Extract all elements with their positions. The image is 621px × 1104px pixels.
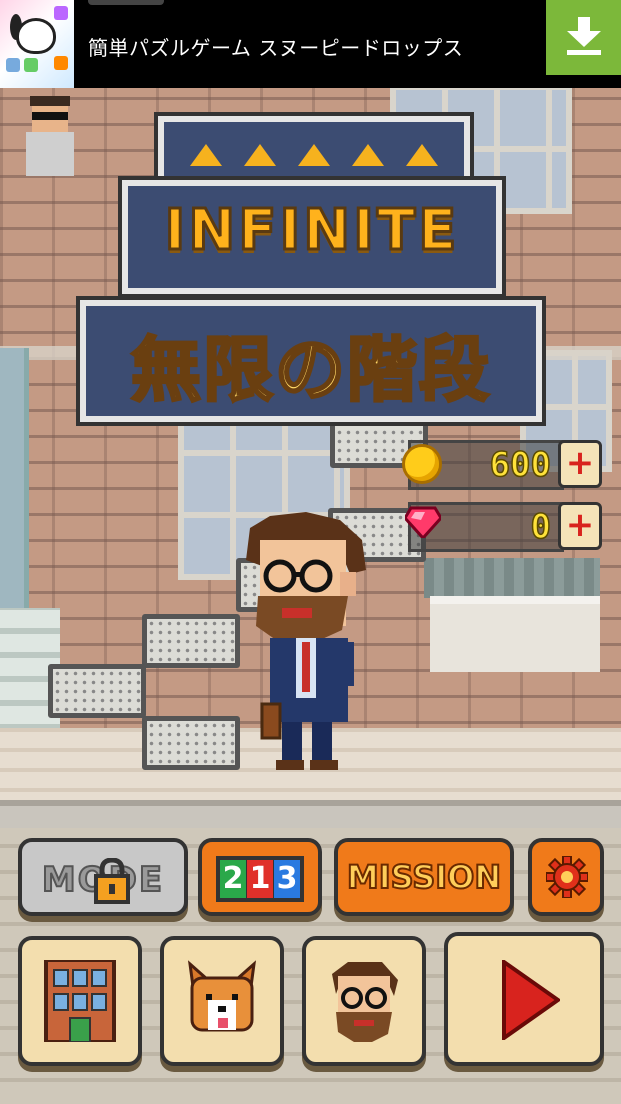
stair-block	[48, 664, 146, 718]
logo-triangle-ornament	[352, 144, 384, 166]
ad-banner[interactable]: 簡単パズルゲーム スヌーピードロップス	[0, 0, 621, 88]
app-icon-block	[6, 58, 20, 72]
player-character	[246, 512, 366, 770]
logo-title-english: INFINITE	[163, 197, 460, 265]
curb	[0, 800, 621, 828]
app-icon-block	[54, 6, 68, 20]
stair-block	[142, 614, 240, 668]
corgi-icon	[187, 960, 257, 1032]
building-select-button[interactable]	[18, 936, 142, 1066]
logo-title-japanese: 無限の階段	[130, 328, 491, 413]
logo-english-panel: INFINITE	[118, 176, 506, 298]
snoopy-drops-app-icon[interactable]	[0, 0, 74, 88]
logo-japanese-panel: 無限の階段	[76, 296, 546, 426]
pet-select-button[interactable]	[160, 936, 284, 1066]
window-sill	[430, 596, 600, 672]
gear-icon	[546, 856, 588, 898]
bottom-menu: MODE 2 1 3 MISSION	[0, 828, 621, 1104]
logo-triangle-ornament	[244, 144, 276, 166]
ranking-digit: 3	[274, 860, 300, 898]
gem-count: 0	[530, 506, 552, 548]
add-gems-button[interactable]: +	[558, 502, 602, 550]
ranking-button[interactable]: 2 1 3	[198, 838, 322, 916]
logo-triangle-ornament	[298, 144, 330, 166]
ranking-digit: 2	[220, 860, 246, 898]
app-icon-block	[54, 56, 68, 70]
logo-triangle-ornament	[406, 144, 438, 166]
ad-title[interactable]: 簡単パズルゲーム スヌーピードロップス	[88, 32, 463, 61]
lock-icon	[94, 858, 130, 904]
mission-button[interactable]: MISSION	[334, 838, 514, 916]
app-icon-block	[24, 58, 38, 72]
settings-button[interactable]	[528, 838, 604, 916]
add-coins-button[interactable]: +	[558, 440, 602, 488]
logo-triangle-ornament	[190, 144, 222, 166]
npc-hair	[30, 96, 70, 106]
building-icon	[44, 960, 116, 1042]
ranking-digit: 1	[247, 860, 273, 898]
play-triangle-icon	[502, 960, 560, 1040]
coin-count: 600	[489, 444, 552, 486]
gem-icon	[405, 506, 441, 538]
ad-download-button[interactable]	[546, 0, 621, 75]
mission-button-label: MISSION	[346, 857, 502, 897]
play-button[interactable]	[444, 932, 604, 1066]
stair-block	[142, 716, 240, 770]
mode-button-locked[interactable]: MODE	[18, 838, 188, 916]
ad-label-tab	[88, 0, 164, 5]
app-icon-dog-face	[16, 18, 56, 54]
character-face-icon	[332, 962, 398, 1042]
ranking-board: 2 1 3	[216, 856, 304, 902]
store-awning	[424, 558, 600, 598]
download-arrow-icon	[567, 17, 601, 55]
coin-icon	[402, 444, 442, 484]
character-select-button[interactable]	[302, 936, 426, 1066]
game-logo: INFINITE 無限の階段	[0, 110, 621, 430]
logo-top-panel	[154, 112, 474, 194]
